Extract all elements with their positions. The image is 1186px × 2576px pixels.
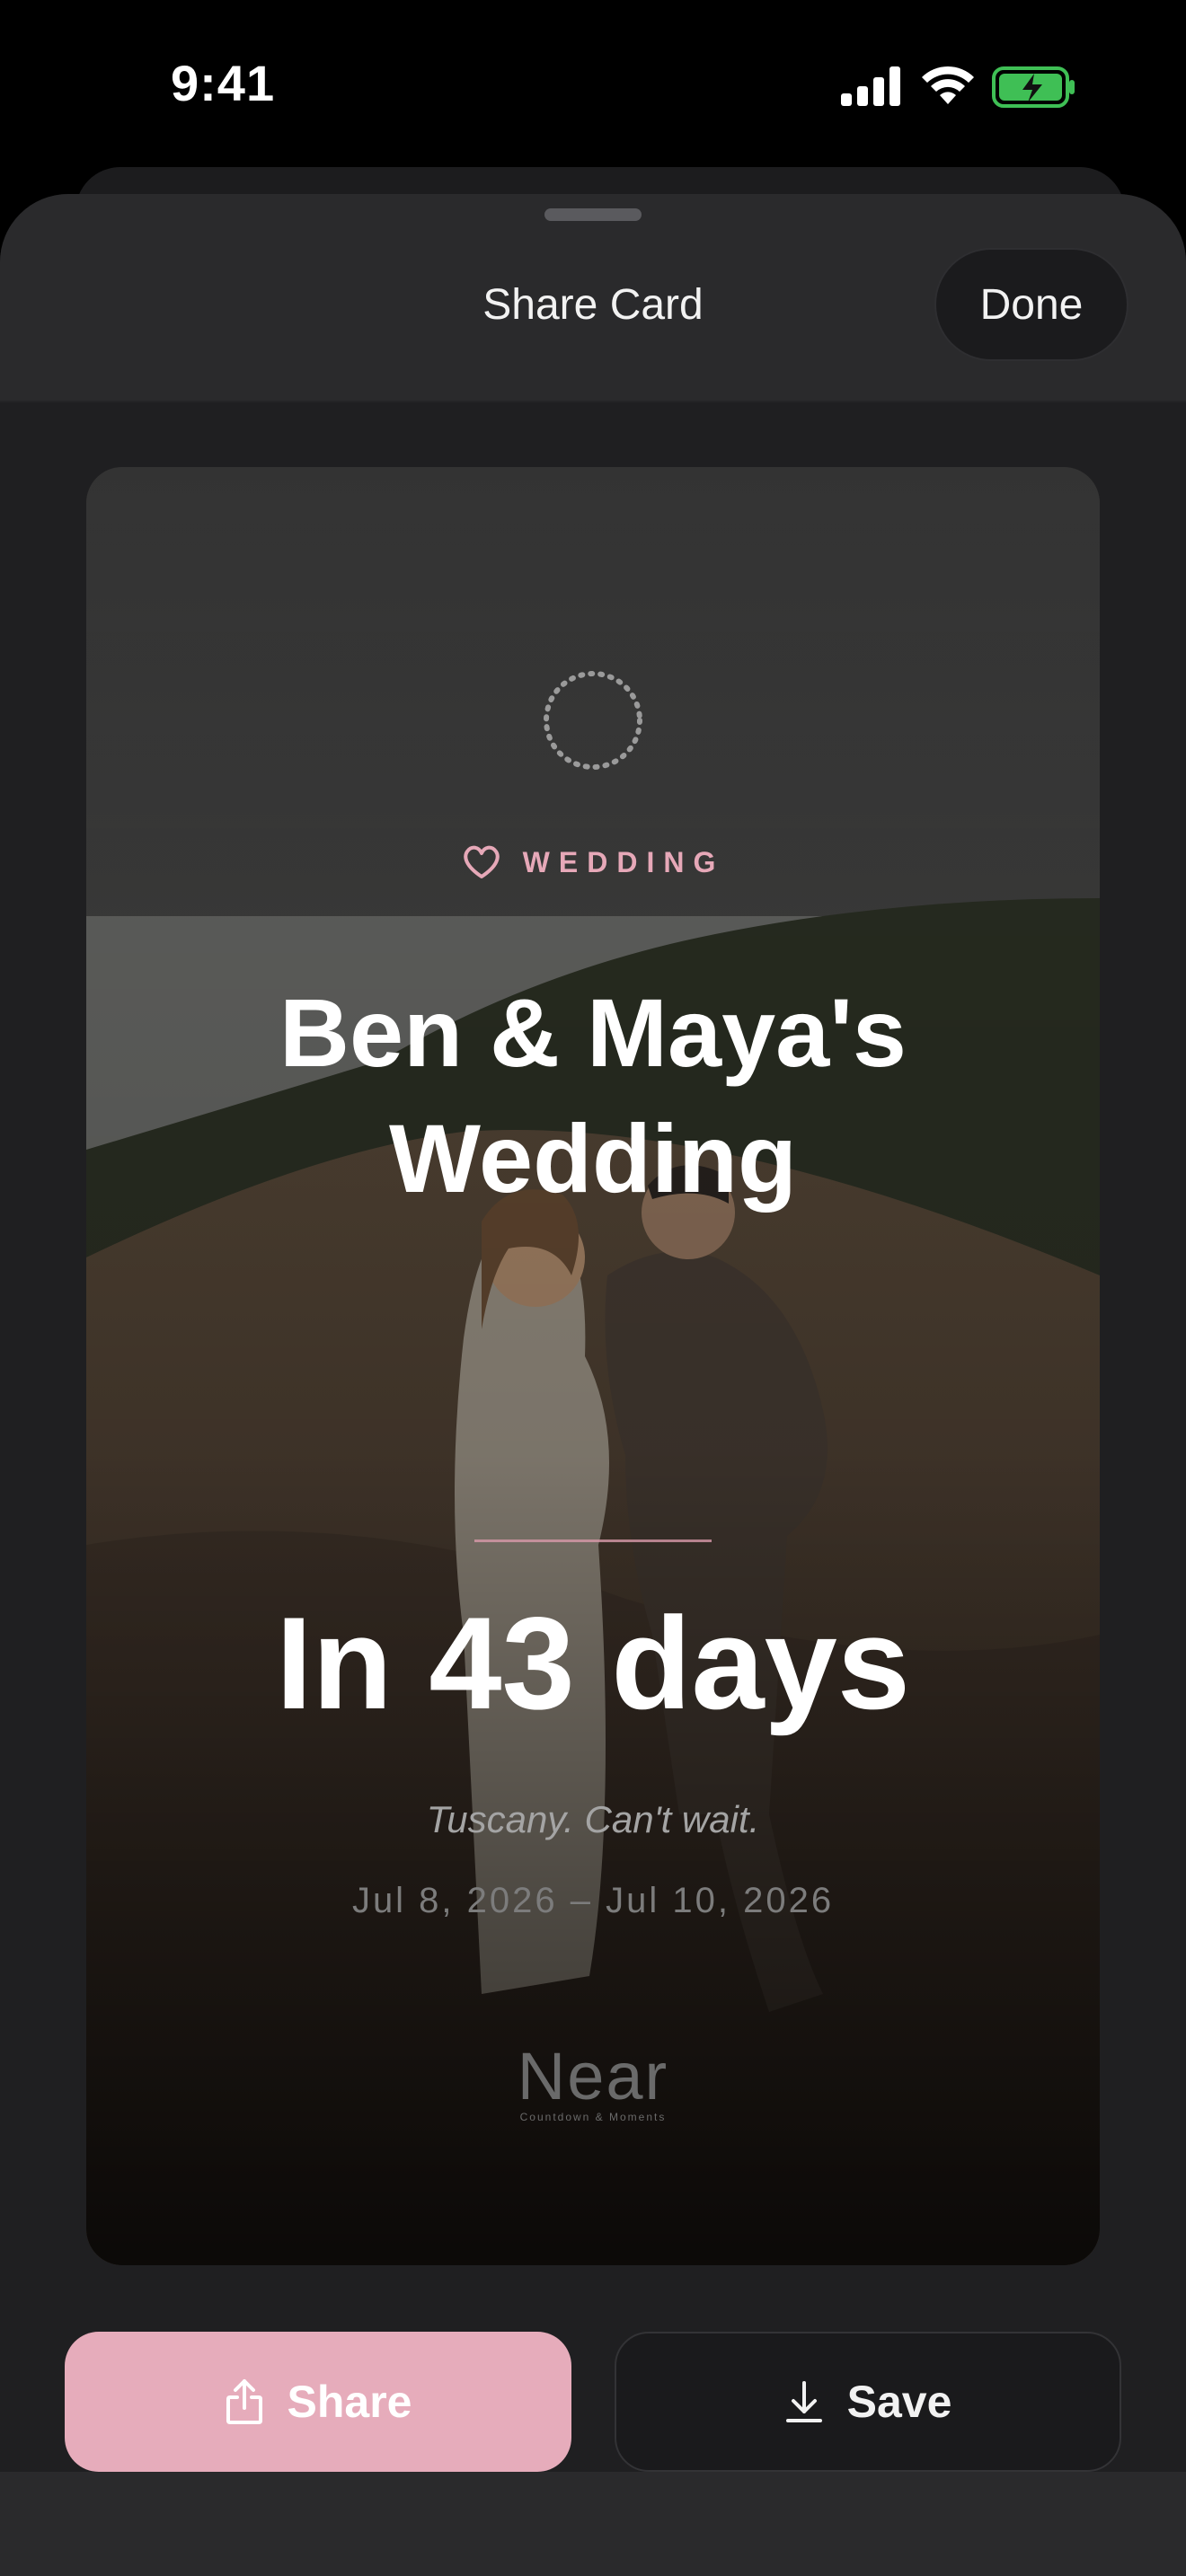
- sheet-grabber[interactable]: [544, 208, 642, 221]
- countdown-text: In 43 days: [275, 1590, 911, 1736]
- cellular-signal-icon: [841, 66, 900, 106]
- brand-watermark: Near Countdown & Moments: [86, 2039, 1100, 2124]
- battery-charging-icon: [992, 66, 1075, 108]
- share-icon: [226, 2379, 262, 2424]
- event-title-line-2: Wedding: [389, 1104, 797, 1213]
- save-button[interactable]: Save: [615, 2332, 1121, 2472]
- wifi-icon: [922, 66, 974, 104]
- accent-divider: [474, 1539, 712, 1542]
- event-title: Ben & Maya's Wedding: [86, 970, 1100, 1222]
- brand-tagline: Countdown & Moments: [519, 2111, 667, 2123]
- done-button[interactable]: Done: [934, 248, 1128, 361]
- share-button[interactable]: Share: [65, 2332, 571, 2472]
- loading-spinner-icon: [544, 671, 642, 770]
- sheet-header: Share Card Done: [0, 194, 1186, 402]
- category-tag: WEDDING: [86, 844, 1100, 880]
- event-dates: Jul 8, 2026 – Jul 10, 2026: [351, 1881, 835, 1920]
- status-bar: 9:41: [0, 0, 1186, 171]
- download-icon: [785, 2381, 822, 2422]
- event-note: Tuscany. Can't wait.: [426, 1798, 760, 1840]
- share-label: Share: [287, 2377, 412, 2427]
- status-time: 9:41: [171, 55, 276, 111]
- category-label: WEDDING: [522, 845, 725, 878]
- share-card-sheet: Share Card Done WEDDING Ben & Maya's Wed…: [0, 194, 1186, 2576]
- save-label: Save: [846, 2377, 952, 2427]
- bottom-safe-area: [0, 2472, 1186, 2576]
- countdown-card-preview: WEDDING Ben & Maya's Wedding In 43 days …: [86, 467, 1100, 2265]
- brand-name: Near: [517, 2039, 669, 2113]
- event-title-line-1: Ben & Maya's: [279, 978, 907, 1087]
- heart-icon: [463, 845, 500, 878]
